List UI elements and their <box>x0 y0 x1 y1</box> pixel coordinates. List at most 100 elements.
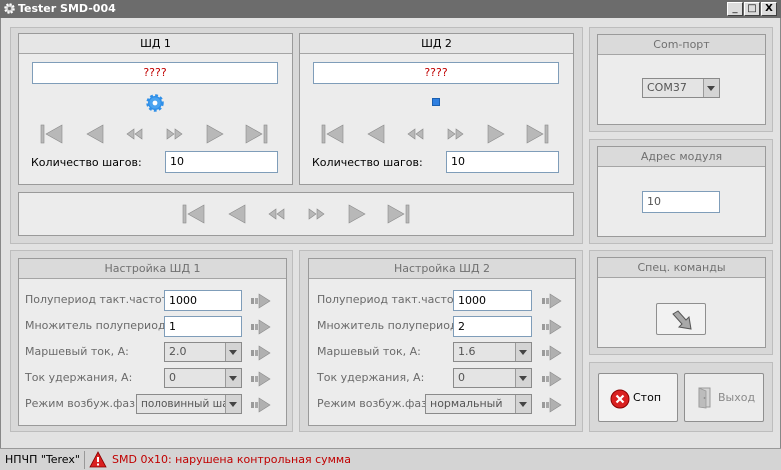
sd1-steps-label: Количество шагов: <box>31 156 142 169</box>
address-input[interactable]: 10 <box>642 191 720 213</box>
sd2-title: ШД 2 <box>300 34 573 54</box>
com-title: Com-порт <box>598 35 765 55</box>
s1-march-current-value: 2.0 <box>169 345 187 358</box>
chevron-down-icon <box>515 395 531 413</box>
last-icon[interactable] <box>526 124 549 144</box>
last-icon[interactable] <box>387 204 410 224</box>
s1-phase-mode-value: половинный шаг <box>141 398 235 410</box>
last-icon[interactable] <box>245 124 268 144</box>
s2-hold-current-value: 0 <box>458 371 465 384</box>
apply-arrow-icon[interactable] <box>251 397 271 413</box>
s2-march-current-select[interactable]: 1.6 <box>453 342 532 362</box>
sd2-steps-input[interactable]: 10 <box>446 151 559 173</box>
chevron-down-icon <box>225 343 241 361</box>
fast-forward-icon[interactable] <box>447 128 464 140</box>
s1-hold-current-label: Ток удержания, А: <box>25 371 133 384</box>
chevron-down-icon <box>703 79 719 97</box>
address-title: Адрес модуля <box>598 147 765 167</box>
s1-apply-arrows <box>251 293 271 413</box>
s1-multiplier-input[interactable]: 1 <box>164 316 242 337</box>
chevron-down-icon <box>515 343 531 361</box>
com-group: Com-порт COM37 <box>597 34 766 125</box>
prev-icon[interactable] <box>367 124 385 144</box>
apply-arrow-icon[interactable] <box>251 371 271 387</box>
special-group: Спец. команды <box>597 257 766 348</box>
window-title: Tester SMD-004 <box>18 2 116 15</box>
rewind-icon[interactable] <box>407 128 424 140</box>
fast-forward-icon[interactable] <box>308 208 325 220</box>
special-panel: Спец. команды <box>589 250 773 355</box>
door-icon <box>698 387 711 409</box>
com-port-select[interactable]: COM37 <box>642 78 720 98</box>
warning-icon <box>89 451 107 468</box>
sd1-steps-input[interactable]: 10 <box>165 151 278 173</box>
s1-multiplier-label: Множитель полупериода: <box>25 319 176 332</box>
s1-half-period-input[interactable]: 1000 <box>164 290 242 311</box>
s2-phase-mode-label: Режим возбуж.фаз: <box>317 397 431 410</box>
s2-half-period-label: Полупериод такт.частоты: <box>317 293 473 306</box>
s1-half-period-label: Полупериод такт.частоты: <box>25 293 181 306</box>
exit-button[interactable]: Выход <box>684 373 764 422</box>
minimize-button[interactable]: _ <box>727 2 743 16</box>
maximize-button[interactable]: □ <box>744 2 760 16</box>
s2-hold-current-select[interactable]: 0 <box>453 368 532 388</box>
s1-hold-current-value: 0 <box>169 371 176 384</box>
rewind-icon[interactable] <box>126 128 143 140</box>
s1-phase-mode-select[interactable]: половинный шаг <box>136 394 242 414</box>
apply-arrow-icon[interactable] <box>542 345 562 361</box>
arrow-down-right-icon <box>672 310 692 330</box>
s1-march-current-select[interactable]: 2.0 <box>164 342 242 362</box>
next-icon[interactable] <box>348 204 366 224</box>
apply-arrow-icon[interactable] <box>251 293 271 309</box>
sd1-display: ???? <box>32 62 278 84</box>
status-message: SMD 0x10: нарушена контрольная сумма <box>112 453 351 466</box>
chevron-down-icon <box>225 369 241 387</box>
s2-march-current-value: 1.6 <box>458 345 476 358</box>
sd2-nav-buttons <box>321 124 549 144</box>
apply-arrow-icon[interactable] <box>251 345 271 361</box>
special-title: Спец. команды <box>598 258 765 278</box>
s2-half-period-input[interactable]: 1000 <box>453 290 532 311</box>
next-icon[interactable] <box>206 124 224 144</box>
settings2-title: Настройка ШД 2 <box>309 259 575 279</box>
s2-phase-mode-select[interactable]: нормальный <box>425 394 532 414</box>
first-icon[interactable] <box>321 124 344 144</box>
s1-hold-current-select[interactable]: 0 <box>164 368 242 388</box>
both-motors-nav-group <box>18 192 574 236</box>
s1-march-current-label: Маршевый ток, А: <box>25 345 129 358</box>
sd1-group: ШД 1 ???? Количество шагов: 10 <box>18 33 293 185</box>
s2-hold-current-label: Ток удержания, А: <box>317 371 425 384</box>
apply-arrow-icon[interactable] <box>542 397 562 413</box>
s2-apply-arrows <box>542 293 562 413</box>
address-group: Адрес модуля 10 <box>597 146 766 237</box>
apply-arrow-icon[interactable] <box>542 319 562 335</box>
stop-label: Стоп <box>633 391 662 404</box>
chevron-down-icon <box>515 369 531 387</box>
prev-icon[interactable] <box>86 124 104 144</box>
prev-icon[interactable] <box>228 204 246 224</box>
sd1-title: ШД 1 <box>19 34 292 54</box>
first-icon[interactable] <box>40 124 63 144</box>
status-divider <box>84 451 85 469</box>
sd1-nav-buttons <box>40 124 268 144</box>
apply-arrow-icon[interactable] <box>542 293 562 309</box>
address-panel: Адрес модуля 10 <box>589 139 773 244</box>
sd2-display: ???? <box>313 62 559 84</box>
com-panel: Com-порт COM37 <box>589 27 773 132</box>
rewind-icon[interactable] <box>268 208 285 220</box>
sd2-steps-label: Количество шагов: <box>312 156 423 169</box>
fast-forward-icon[interactable] <box>166 128 183 140</box>
apply-arrow-icon[interactable] <box>542 371 562 387</box>
s2-multiplier-label: Множитель полупериода: <box>317 319 468 332</box>
apply-arrow-icon[interactable] <box>251 319 271 335</box>
settings1-title: Настройка ШД 1 <box>19 259 286 279</box>
status-bar: НПЧП "Terex" SMD 0x10: нарушена контроль… <box>0 448 781 470</box>
special-command-button[interactable] <box>656 303 706 335</box>
first-icon[interactable] <box>182 204 205 224</box>
gear-icon <box>146 94 164 112</box>
stop-button[interactable]: Стоп <box>598 373 678 422</box>
close-button[interactable]: X <box>761 2 777 16</box>
next-icon[interactable] <box>487 124 505 144</box>
s2-multiplier-input[interactable]: 2 <box>453 316 532 337</box>
stop-icon <box>610 389 630 409</box>
